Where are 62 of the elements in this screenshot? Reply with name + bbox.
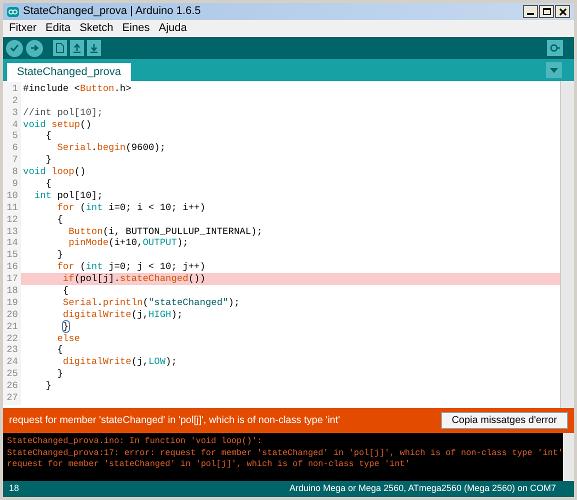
line-indicator: 18: [9, 482, 20, 496]
line-number: 27: [3, 390, 21, 406]
upload-button[interactable]: [26, 40, 43, 56]
code-line: digitalWrite(j,LOW);: [62, 355, 177, 370]
checkmark-icon: [10, 44, 19, 52]
menu-item[interactable]: Sketch: [80, 20, 114, 37]
tab-menu-button[interactable]: [546, 62, 562, 78]
maximize-icon: [542, 8, 550, 15]
minimize-button[interactable]: [523, 5, 538, 18]
infinity-icon: [7, 6, 19, 16]
code-line: Button(i, BUTTON_PULLUP_INTERNAL);: [68, 224, 262, 238]
code-line: for (int j=0; j < 10; j++): [56, 260, 206, 274]
code-line: if(pol[j].stateChanged()): [62, 272, 206, 286]
code-line: {: [44, 176, 52, 191]
code-line: void setup(): [22, 118, 92, 131]
code-line: int pol[10];: [33, 188, 103, 203]
menu-item[interactable]: Eines: [122, 20, 150, 37]
document-icon: [56, 43, 64, 53]
code-line: else: [56, 332, 80, 345]
window-title: StateChanged_prova | Arduino 1.6.5: [23, 4, 201, 20]
code-line: pinMode(i+10,OUTPUT);: [68, 236, 188, 250]
right-arrow-icon: [30, 44, 39, 52]
up-arrow-icon: [73, 43, 81, 53]
magnifier-icon: [550, 43, 560, 53]
menu-item[interactable]: Edita: [46, 20, 71, 37]
error-message: request for member 'stateChanged' in 'pol[j]', which is of non-class type 'int': [9, 414, 340, 428]
open-button[interactable]: [70, 40, 84, 56]
code-line: }: [56, 248, 63, 262]
verify-button[interactable]: [6, 40, 23, 56]
copy-errors-button[interactable]: Copia missatges d'error: [440, 412, 568, 429]
code-line: for (int i=0; i < 10; i++): [56, 200, 206, 215]
board-info: Arduino Mega or Mega 2560, ATmega2560 (Mega 2560) on COM7: [290, 482, 556, 496]
code-line: digitalWrite(j,HIGH);: [62, 308, 183, 322]
menu-item[interactable]: Fitxer: [9, 20, 36, 37]
code-line: }: [62, 320, 69, 334]
serial-monitor-button[interactable]: [547, 40, 563, 56]
close-icon: [558, 8, 566, 16]
minimize-icon: [527, 13, 534, 15]
save-button[interactable]: [87, 40, 101, 56]
code-line: {: [56, 343, 63, 358]
menu-item[interactable]: Ajuda: [158, 20, 187, 37]
code-line: }: [56, 367, 63, 382]
file-tab[interactable]: StateChanged_prova: [7, 63, 131, 81]
code-line: }: [45, 153, 52, 168]
code-line: Serial.println("stateChanged");: [62, 296, 240, 310]
new-button[interactable]: [53, 40, 67, 56]
maximize-button[interactable]: [539, 5, 554, 18]
console-line: StateChanged_prova.ino: In function 'void loop()':: [7, 436, 264, 448]
close-button[interactable]: [555, 5, 570, 18]
caret-icon: [550, 68, 558, 72]
console-line: StateChanged_prova:17: error: request for member 'stateChanged' in 'pol[j]', which is of non-class type 'int': [7, 448, 563, 459]
down-arrow-icon: [90, 43, 98, 53]
code-line: void loop(): [22, 165, 86, 179]
code-line: {: [56, 212, 63, 227]
code-line: {: [62, 284, 69, 298]
console-line: request for member 'stateChanged' in 'pol[j]', which is of non-class type 'int': [7, 459, 411, 470]
code-line: }: [44, 379, 52, 394]
code-line: {: [44, 129, 52, 144]
code-line: Serial.begin(9600);: [56, 141, 166, 156]
code-line: #include <Button.h>: [22, 82, 132, 96]
code-line: //int pol[10];: [22, 106, 103, 120]
scrollbar: [563, 433, 574, 481]
